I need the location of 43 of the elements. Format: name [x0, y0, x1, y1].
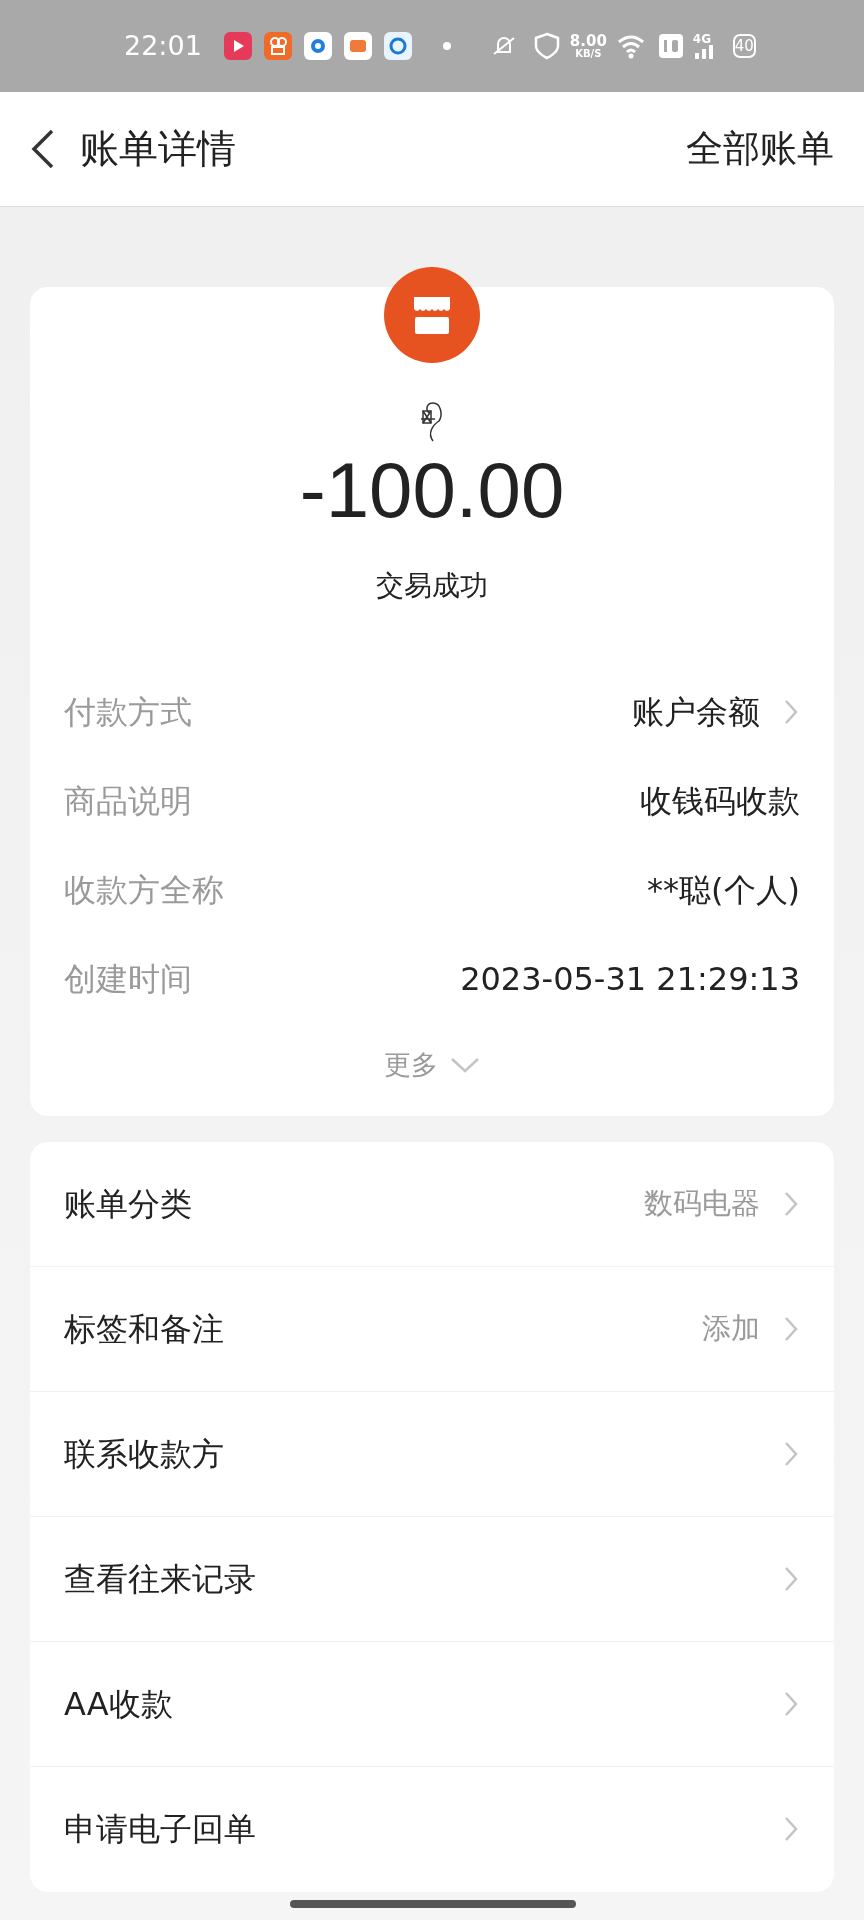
app-icon	[263, 32, 292, 60]
row-label: AA收款	[64, 1683, 173, 1725]
detail-label: 商品说明	[64, 780, 192, 822]
page-title: 账单详情	[80, 124, 236, 173]
detail-value: 账户余额	[632, 691, 760, 733]
app-icon	[383, 32, 412, 60]
detail-label: 付款方式	[64, 691, 192, 733]
chevron-right-icon	[782, 1815, 800, 1843]
row-label: 申请电子回单	[64, 1809, 256, 1850]
row-label: 账单分类	[64, 1183, 192, 1225]
row-value: 数码电器	[644, 1184, 760, 1222]
row-label: 标签和备注	[64, 1308, 224, 1350]
battery-level: 40	[732, 34, 756, 58]
list-row[interactable]: 账单分类 数码电器	[30, 1141, 834, 1267]
dot-icon	[441, 41, 452, 51]
row-label: 联系收款方	[64, 1433, 224, 1475]
detail-value: **聪(个人)	[647, 869, 800, 911]
back-button[interactable]	[30, 129, 56, 169]
list-row[interactable]: 查看往来记录	[30, 1516, 834, 1642]
app-icon	[303, 32, 332, 60]
row-label: 查看往来记录	[64, 1558, 256, 1600]
shield-icon	[533, 32, 560, 60]
clock-time: 22:01	[124, 28, 202, 63]
list-row[interactable]: 标签和备注 添加	[30, 1266, 834, 1392]
hd-icon	[658, 34, 683, 58]
detail-label: 创建时间	[64, 958, 192, 1000]
amount: -100.00	[299, 451, 565, 529]
list-row[interactable]: AA收款	[30, 1641, 834, 1767]
transaction-status: 交易成功	[376, 568, 488, 604]
list-row[interactable]: 联系收款方	[30, 1391, 834, 1517]
app-icon	[343, 32, 372, 60]
chevron-down-icon	[450, 1056, 480, 1075]
network-type: 4G	[692, 33, 712, 45]
detail-value: 2023-05-31 21:29:13	[460, 958, 800, 1000]
all-bills-link[interactable]: 全部账单	[686, 121, 834, 177]
list-row[interactable]: 申请电子回单	[30, 1766, 834, 1892]
signal-icon	[692, 45, 715, 59]
detail-value: 收钱码收款	[640, 780, 800, 822]
row-value: 添加	[702, 1309, 760, 1347]
detail-label: 收款方全称	[64, 869, 224, 911]
speed-unit: KB/S	[575, 48, 602, 59]
network-speed: 8.00	[569, 33, 607, 49]
app-icon	[223, 32, 252, 60]
